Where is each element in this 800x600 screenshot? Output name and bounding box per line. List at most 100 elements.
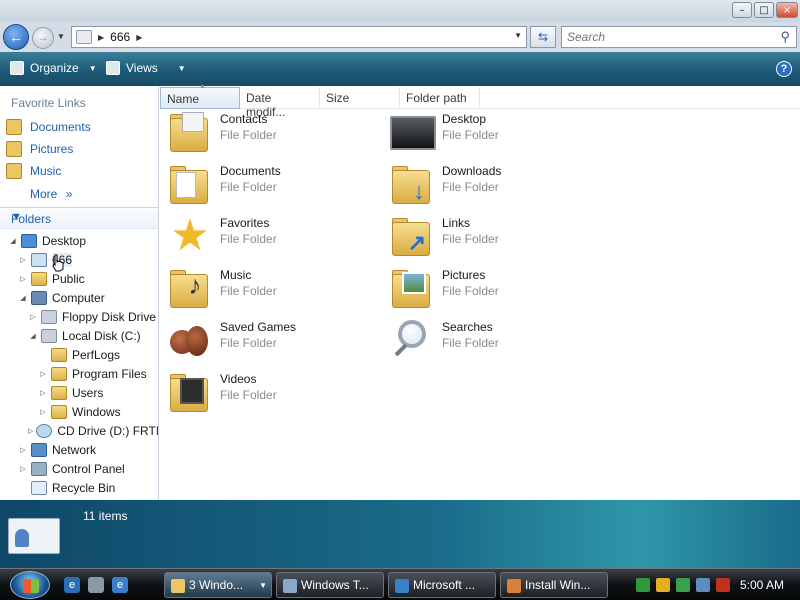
address-dropdown-icon[interactable]: ▼ bbox=[514, 31, 522, 40]
item-count: 11 items bbox=[83, 509, 128, 523]
more-label: More bbox=[30, 187, 58, 201]
favorite-link-label: Music bbox=[30, 164, 62, 178]
quicklaunch-browser-icon[interactable]: e bbox=[112, 577, 128, 593]
expand-arrow-icon[interactable]: ▷ bbox=[18, 275, 28, 283]
column-header-size[interactable]: Size bbox=[320, 87, 400, 109]
expand-arrow-icon[interactable]: ▷ bbox=[18, 256, 28, 264]
tree-item-recycle-bin[interactable]: Recycle Bin bbox=[18, 479, 115, 497]
expand-arrow-icon[interactable]: ▷ bbox=[38, 370, 48, 378]
hand-cursor-icon bbox=[52, 254, 64, 272]
folder-pictures[interactable]: Pictures File Folder bbox=[390, 266, 610, 314]
tray-check-icon[interactable] bbox=[676, 578, 690, 592]
taskbar-button-microsoft[interactable]: Microsoft ... bbox=[388, 572, 496, 598]
address-bar[interactable]: ▶ 666 ▶ ▼ bbox=[71, 26, 527, 48]
item-name: Contacts bbox=[220, 112, 268, 126]
maximize-button[interactable]: □ bbox=[754, 2, 774, 18]
expand-arrow-icon[interactable]: ▷ bbox=[18, 465, 28, 473]
folder-favorites[interactable]: ★ Favorites File Folder bbox=[168, 214, 388, 262]
clock[interactable]: 5:00 AM bbox=[740, 578, 784, 592]
folder-videos[interactable]: Videos File Folder bbox=[168, 370, 388, 418]
expand-arrow-icon[interactable]: ▷ bbox=[38, 408, 48, 416]
folder-links[interactable]: ↗ Links File Folder bbox=[390, 214, 610, 262]
tree-item-floppy[interactable]: ▷ Floppy Disk Drive bbox=[28, 308, 156, 326]
folder-downloads[interactable]: ↓ Downloads File Folder bbox=[390, 162, 610, 210]
expand-arrow-icon[interactable]: ◢ bbox=[28, 332, 38, 340]
chevron-down-icon[interactable]: ▼ bbox=[11, 211, 150, 223]
column-header-folder-path[interactable]: Folder path bbox=[400, 87, 480, 109]
expand-arrow-icon[interactable]: ◢ bbox=[8, 237, 18, 245]
views-icon bbox=[106, 61, 120, 75]
tree-item-label: CD Drive (D:) FRTM bbox=[57, 424, 158, 438]
organize-button[interactable]: Organize ▼ bbox=[10, 61, 97, 75]
item-type: File Folder bbox=[442, 336, 499, 350]
organize-caret-icon: ▼ bbox=[88, 63, 97, 73]
expand-arrow-icon[interactable]: ▷ bbox=[18, 446, 28, 454]
expand-arrow-icon[interactable]: ◢ bbox=[18, 294, 28, 302]
tray-status-icon[interactable] bbox=[636, 578, 650, 592]
tree-item-network[interactable]: ▷ Network bbox=[18, 441, 96, 459]
views-button[interactable]: Views ▼ bbox=[106, 61, 186, 75]
column-header-name[interactable]: ▲ Name bbox=[160, 83, 240, 109]
network-tray-icon[interactable] bbox=[696, 578, 710, 592]
expand-arrow-icon[interactable]: ▷ bbox=[28, 427, 33, 435]
favorite-link-documents[interactable]: Documents bbox=[6, 119, 91, 135]
refresh-button[interactable]: ⇆ bbox=[530, 26, 556, 48]
item-name: Desktop bbox=[442, 112, 487, 126]
saved-games-icon bbox=[168, 318, 212, 362]
item-type: File Folder bbox=[220, 180, 277, 194]
folder-music[interactable]: ♪ Music File Folder bbox=[168, 266, 388, 314]
breadcrumb-666[interactable]: 666 bbox=[110, 30, 130, 44]
taskbar-button-windows-task[interactable]: Windows T... bbox=[276, 572, 384, 598]
folders-header[interactable]: Folders ▼ bbox=[0, 207, 158, 229]
close-button[interactable]: × bbox=[776, 2, 798, 18]
quicklaunch-switch-windows-icon[interactable] bbox=[88, 577, 104, 593]
folder-contacts[interactable]: Contacts File Folder bbox=[168, 110, 388, 158]
tree-item-users[interactable]: ▷ Users bbox=[38, 384, 103, 402]
column-header-date-modified[interactable]: Date modif... bbox=[240, 87, 320, 119]
tree-item-control-panel[interactable]: ▷ Control Panel bbox=[18, 460, 125, 478]
start-button[interactable] bbox=[10, 571, 50, 599]
folder-searches[interactable]: Searches File Folder bbox=[390, 318, 610, 366]
breadcrumb-separator-icon[interactable]: ▶ bbox=[98, 33, 104, 42]
tree-item-program-files[interactable]: ▷ Program Files bbox=[38, 365, 147, 383]
user-folder-icon bbox=[31, 253, 47, 267]
quicklaunch-ie-icon[interactable]: e bbox=[64, 577, 80, 593]
views-caret-icon[interactable]: ▼ bbox=[178, 64, 186, 73]
item-type: File Folder bbox=[442, 232, 499, 246]
tree-item-computer[interactable]: ◢ Computer bbox=[18, 289, 105, 307]
expand-arrow-icon[interactable]: ▷ bbox=[28, 313, 38, 321]
favorite-link-pictures[interactable]: Pictures bbox=[6, 141, 73, 157]
tree-item-public[interactable]: ▷ Public bbox=[18, 270, 85, 288]
favorite-link-music[interactable]: Music bbox=[6, 163, 61, 179]
minimize-button[interactable]: – bbox=[732, 2, 752, 18]
search-input[interactable] bbox=[567, 30, 767, 44]
column-headers: ▲ Name Date modif... Size Folder path bbox=[160, 83, 800, 119]
group-caret-icon: ▼ bbox=[259, 581, 267, 590]
search-icon[interactable]: ⚲ bbox=[780, 29, 790, 45]
tree-item-label: Local Disk (C:) bbox=[62, 329, 141, 343]
folder-saved-games[interactable]: Saved Games File Folder bbox=[168, 318, 388, 366]
security-shield-icon[interactable] bbox=[656, 578, 670, 592]
forward-button[interactable]: → bbox=[32, 27, 54, 49]
recent-pages-dropdown[interactable]: ▼ bbox=[57, 32, 65, 41]
tree-item-perflogs[interactable]: PerfLogs bbox=[38, 346, 120, 364]
breadcrumb-separator-icon[interactable]: ▶ bbox=[136, 33, 142, 42]
taskbar: e e 3 Windo... ▼ Windows T... Microsoft … bbox=[0, 568, 800, 600]
volume-muted-icon[interactable] bbox=[716, 578, 730, 592]
item-name: Music bbox=[220, 268, 252, 282]
expand-arrow-icon[interactable]: ▷ bbox=[38, 389, 48, 397]
search-box[interactable]: ⚲ bbox=[561, 26, 797, 48]
back-button[interactable]: ← bbox=[3, 24, 29, 50]
folder-desktop[interactable]: Desktop File Folder bbox=[390, 110, 610, 158]
more-links-button[interactable]: More » bbox=[30, 187, 72, 201]
tree-item-local-disk[interactable]: ◢ Local Disk (C:) bbox=[28, 327, 141, 345]
help-button[interactable]: ? bbox=[776, 61, 792, 77]
taskbar-button-install-windows[interactable]: Install Win... bbox=[500, 572, 608, 598]
taskbar-button-explorer[interactable]: 3 Windo... ▼ bbox=[164, 572, 272, 598]
folder-documents[interactable]: Documents File Folder bbox=[168, 162, 388, 210]
tree-item-windows[interactable]: ▷ Windows bbox=[38, 403, 121, 421]
folder-icon bbox=[51, 367, 67, 381]
tree-item-cd-drive[interactable]: ▷ CD Drive (D:) FRTM bbox=[28, 422, 158, 440]
desktop-icon bbox=[21, 234, 37, 248]
tree-item-desktop[interactable]: ◢ Desktop bbox=[8, 232, 86, 250]
